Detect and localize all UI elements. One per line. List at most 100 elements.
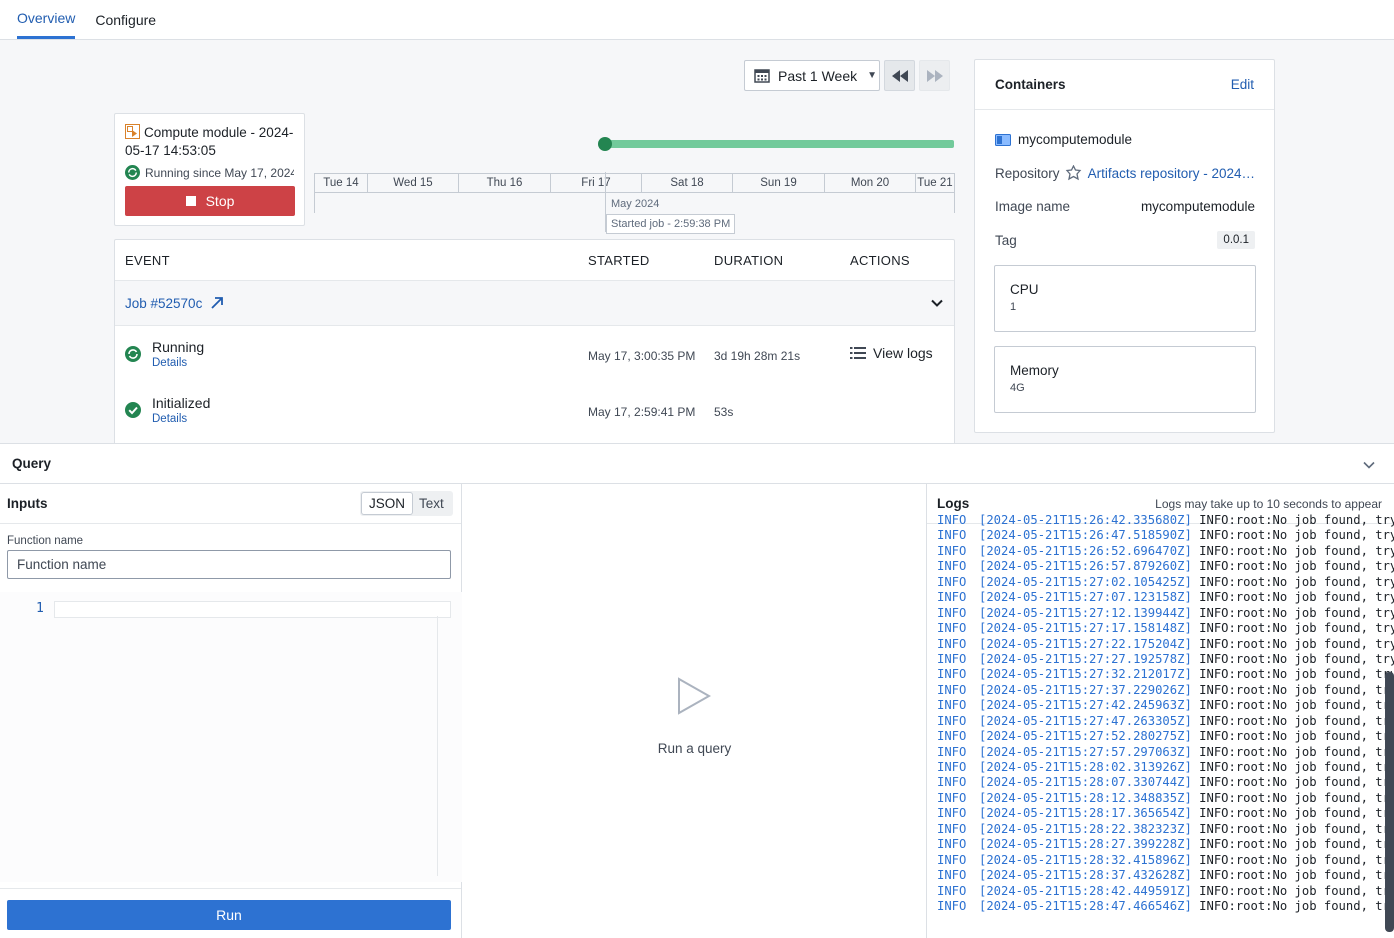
function-name-input[interactable] [7, 550, 451, 579]
repository-link[interactable]: Artifacts repository - 2024… [1065, 165, 1255, 182]
timeline-day: Sat 18 [642, 174, 733, 192]
check-circle-icon [125, 402, 141, 418]
log-line: INFO [2024-05-21T15:27:17.158148Z] INFO:r… [937, 621, 1394, 636]
tab-overview[interactable]: Overview [17, 10, 76, 39]
log-level: INFO [937, 543, 967, 558]
log-line: INFO [2024-05-21T15:28:17.365654Z] INFO:r… [937, 806, 1394, 821]
log-message: INFO:root:No job found, try [1199, 651, 1394, 666]
next-range-button[interactable] [919, 60, 950, 91]
log-line: INFO [2024-05-21T15:28:22.382323Z] INFO:r… [937, 822, 1394, 837]
log-message: INFO:root:No job found, try [1199, 605, 1394, 620]
inputs-header: Inputs JSON Text [0, 484, 461, 524]
job-row[interactable]: Job #52570c [115, 281, 954, 326]
log-line: INFO [2024-05-21T15:28:47.466546Z] INFO:r… [937, 899, 1394, 914]
calendar-icon [754, 69, 770, 83]
timeline-running-bar[interactable] [604, 140, 954, 148]
log-line: INFO [2024-05-21T15:27:22.175204Z] INFO:r… [937, 637, 1394, 652]
deployment-status: Running since May 17, 2024… [125, 165, 294, 180]
log-level: INFO [937, 590, 967, 605]
log-message: INFO:root:No job found, try [1199, 775, 1394, 790]
log-message: INFO:root:No job found, try [1199, 837, 1394, 852]
run-button[interactable]: Run [7, 900, 451, 930]
deployment-status-text: Running since May 17, 2024… [145, 165, 294, 180]
containers-header: Containers Edit [975, 60, 1274, 110]
previous-range-button[interactable] [884, 60, 915, 91]
time-range-label: Past 1 Week [778, 67, 858, 84]
play-icon [678, 677, 711, 715]
event-details-link[interactable]: Details [152, 413, 187, 425]
mode-text-button[interactable]: Text [412, 493, 451, 514]
running-status-icon [125, 346, 141, 362]
list-icon [850, 347, 866, 359]
deployment-title: Compute module - 2024-05-17 14:53:05 [125, 124, 294, 160]
event-row-initialized: Initialized Details May 17, 2:59:41 PM 5… [115, 383, 954, 435]
column-header-actions: ACTIONS [850, 253, 910, 268]
editor-ruler [437, 616, 438, 876]
log-message: INFO:root:No job found, try [1199, 559, 1394, 574]
job-link[interactable]: Job #52570c [125, 296, 224, 311]
stop-label: Stop [205, 193, 235, 209]
log-message: INFO:root:No job found, try [1199, 868, 1394, 883]
tag-field: Tag 0.0.1 [995, 231, 1255, 249]
log-line: INFO [2024-05-21T15:27:32.212017Z] INFO:r… [937, 667, 1394, 682]
function-name-label: Function name [7, 535, 84, 547]
tab-configure[interactable]: Configure [95, 12, 156, 39]
stop-button[interactable]: Stop [125, 186, 295, 216]
log-message: INFO:root:No job found, try [1199, 621, 1394, 636]
log-line: INFO [2024-05-21T15:28:37.432628Z] INFO:r… [937, 868, 1394, 883]
log-level: INFO [937, 636, 967, 651]
chevron-down-icon[interactable] [930, 296, 944, 310]
repository-value: Artifacts repository - 2024… [1087, 166, 1255, 181]
timeline-tooltip: Started job - 2:59:38 PM [606, 214, 736, 234]
image-name-label: Image name [995, 199, 1071, 214]
log-line: INFO [2024-05-21T15:28:12.348835Z] INFO:r… [937, 791, 1394, 806]
log-timestamp: [2024-05-21T15:26:47.518590Z] [979, 528, 1192, 543]
log-level: INFO [937, 868, 967, 883]
log-timestamp: [2024-05-21T15:28:27.399228Z] [979, 837, 1192, 852]
log-line: INFO [2024-05-21T15:27:42.245963Z] INFO:r… [937, 698, 1394, 713]
inputs-title: Inputs [7, 496, 48, 511]
log-level: INFO [937, 667, 967, 682]
results-pane: Run a query [462, 484, 927, 938]
json-editor[interactable]: 1 [0, 592, 462, 882]
log-message: INFO:root:No job found, try [1199, 513, 1394, 527]
mode-json-button[interactable]: JSON [362, 493, 413, 514]
log-level: INFO [937, 729, 967, 744]
log-level: INFO [937, 821, 967, 836]
time-range-picker[interactable]: Past 1 Week ▼ [744, 60, 880, 91]
cpu-label: CPU [1010, 282, 1039, 297]
event-row-running: Running Details May 17, 3:00:35 PM 3d 19… [115, 327, 954, 379]
log-timestamp: [2024-05-21T15:27:02.105425Z] [979, 574, 1192, 589]
log-level: INFO [937, 760, 967, 774]
log-level: INFO [937, 698, 967, 713]
log-message: INFO:root:No job found, try [1199, 713, 1394, 728]
container-name-text: mycomputemodule [1018, 132, 1133, 147]
log-timestamp: [2024-05-21T15:28:42.449591Z] [979, 883, 1192, 898]
log-level: INFO [937, 898, 967, 913]
log-timestamp: [2024-05-21T15:27:07.123158Z] [979, 590, 1192, 605]
log-line: INFO [2024-05-21T15:26:52.696470Z] INFO:r… [937, 544, 1394, 559]
query-panel-header[interactable]: Query [0, 443, 1394, 484]
timeline-day: Fri 17 [551, 174, 642, 192]
log-message: INFO:root:No job found, try [1199, 744, 1394, 759]
log-timestamp: [2024-05-21T15:27:42.245963Z] [979, 698, 1192, 713]
log-line: INFO [2024-05-21T15:28:42.449591Z] INFO:r… [937, 884, 1394, 899]
events-table: EVENT STARTED DURATION ACTIONS Job #5257… [114, 239, 955, 443]
view-logs-button[interactable]: View logs [850, 345, 933, 361]
log-message: INFO:root:No job found, try [1199, 898, 1394, 913]
log-message: INFO:root:No job found, try [1199, 636, 1394, 651]
timeline-start-dot[interactable] [598, 137, 612, 151]
logs-scrollbar[interactable] [1385, 672, 1394, 932]
edit-containers-button[interactable]: Edit [1231, 77, 1254, 92]
timeline-day: Thu 16 [459, 174, 551, 192]
event-started: May 17, 3:00:35 PM [588, 349, 696, 363]
image-name-value: mycomputemodule [1140, 199, 1255, 214]
timeline-day: Wed 15 [368, 174, 459, 192]
event-details-link[interactable]: Details [152, 357, 187, 369]
log-level: INFO [937, 605, 967, 620]
external-link-icon [211, 297, 224, 309]
chevron-down-icon[interactable] [1362, 458, 1376, 472]
log-message: INFO:root:No job found, try [1199, 574, 1394, 589]
log-lines: INFO [2024-05-21T15:26:42.335680Z] INFO:r… [937, 513, 1394, 914]
editor-line[interactable] [54, 601, 451, 618]
